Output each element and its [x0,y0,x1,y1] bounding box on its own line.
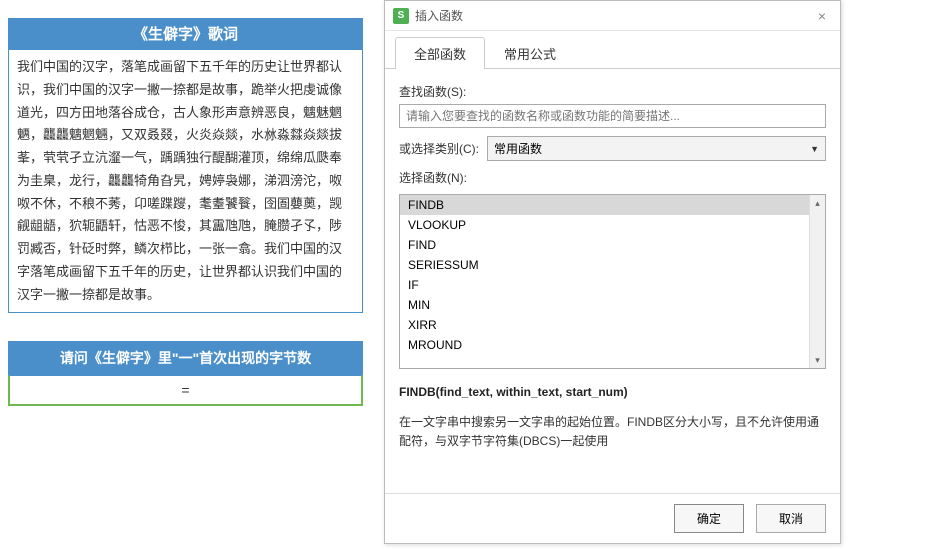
function-description: 在一文字串中搜索另一文字串的起始位置。FINDB区分大小写，且不允许使用通配符，… [399,413,826,451]
scrollbar[interactable]: ▴ ▾ [809,195,825,368]
dialog-tabs: 全部函数 常用公式 [385,31,840,69]
select-function-label: 选择函数(N): [399,169,826,186]
category-dropdown[interactable]: 常用函数 ▼ [487,136,826,161]
close-icon[interactable]: × [812,8,832,24]
category-label: 或选择类别(C): [399,140,479,157]
cancel-button[interactable]: 取消 [756,504,826,533]
function-item-find[interactable]: FIND [400,235,825,255]
function-item-min[interactable]: MIN [400,295,825,315]
tab-common-formulas[interactable]: 常用公式 [485,37,575,69]
lyrics-title: 《生僻字》歌词 [8,18,363,49]
lyrics-content: 我们中国的汉字，落笔成画留下五千年的历史让世界都认识，我们中国的汉字一撇一捺都是… [8,49,363,313]
question-bar: 请问《生僻字》里"一"首次出现的字节数 [8,341,363,375]
function-item-findb[interactable]: FINDB [400,195,825,215]
answer-cell[interactable]: = [8,375,363,406]
function-item-vlookup[interactable]: VLOOKUP [400,215,825,235]
ok-button[interactable]: 确定 [674,504,744,533]
function-item-seriessum[interactable]: SERIESSUM [400,255,825,275]
function-list: FINDB VLOOKUP FIND SERIESSUM IF MIN XIRR… [399,194,826,369]
scroll-up-icon[interactable]: ▴ [810,195,825,211]
scroll-down-icon[interactable]: ▾ [810,352,825,368]
function-item-mround[interactable]: MROUND [400,335,825,355]
function-syntax: FINDB(find_text, within_text, start_num) [399,385,826,399]
search-label: 查找函数(S): [399,83,826,100]
dialog-title: 插入函数 [415,7,812,24]
function-item-if[interactable]: IF [400,275,825,295]
tab-all-functions[interactable]: 全部函数 [395,37,485,69]
search-input[interactable] [399,104,826,128]
wps-logo-icon: S [393,8,409,24]
dialog-footer: 确定 取消 [385,493,840,543]
chevron-down-icon: ▼ [810,144,819,154]
insert-function-dialog: S 插入函数 × 全部函数 常用公式 查找函数(S): 或选择类别(C): 常用… [384,0,841,544]
category-value: 常用函数 [494,140,542,157]
dialog-header: S 插入函数 × [385,1,840,31]
function-item-xirr[interactable]: XIRR [400,315,825,335]
